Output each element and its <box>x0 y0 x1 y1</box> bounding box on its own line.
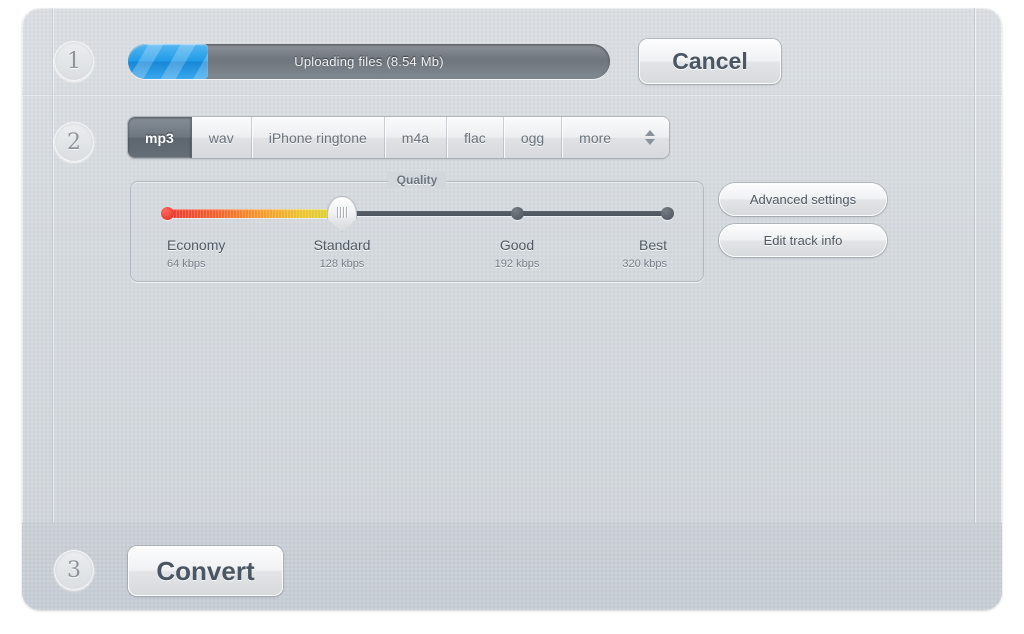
quality-rate-standard: 128 kbps <box>319 258 365 270</box>
quality-panel: Quality Economy 64 kbps Standard 128 kbp… <box>130 173 704 282</box>
tab-iphone-ringtone-label: iPhone ringtone <box>268 129 367 146</box>
upload-progress-bar: Uploading files (8.54 Mb) <box>128 44 610 79</box>
tab-more[interactable]: more <box>562 117 669 158</box>
chevron-down-icon <box>645 139 656 145</box>
tab-flac[interactable]: flac <box>447 117 504 158</box>
quality-label-standard: Standard 128 kbps <box>314 237 371 270</box>
converter-window: 1 Uploading files (8.54 Mb) Cancel 2 mp3… <box>22 8 1002 610</box>
step-2-row <box>22 95 1002 523</box>
edit-track-info-label: Edit track info <box>763 233 843 248</box>
edit-track-info-button[interactable]: Edit track info <box>719 224 887 257</box>
tab-m4a[interactable]: m4a <box>385 117 448 158</box>
tab-ogg[interactable]: ogg <box>504 117 563 158</box>
quality-name-good: Good <box>499 237 535 253</box>
quality-legend-label: Quality <box>387 173 447 187</box>
step-1-number: 1 <box>54 41 94 81</box>
tab-iphone-ringtone[interactable]: iPhone ringtone <box>252 117 385 158</box>
tab-ogg-label: ogg <box>520 129 545 146</box>
chevron-up-icon <box>645 130 656 136</box>
quality-rate-best: 320 kbps <box>622 258 667 270</box>
tab-more-label: more <box>579 129 612 146</box>
quality-slider[interactable] <box>161 196 674 232</box>
tab-wav[interactable]: wav <box>192 117 252 158</box>
tab-m4a-label: m4a <box>401 129 430 146</box>
quality-label-economy: Economy 64 kbps <box>167 237 225 270</box>
step-1-number-text: 1 <box>67 48 81 74</box>
quality-name-best: Best <box>638 237 667 253</box>
tab-flac-label: flac <box>464 129 486 146</box>
slider-stop-best[interactable] <box>661 207 674 220</box>
format-tab-strip[interactable]: mp3 wav iPhone ringtone m4a flac ogg mor… <box>128 117 670 158</box>
convert-button[interactable]: Convert <box>128 546 283 596</box>
quality-rate-good: 192 kbps <box>494 258 540 270</box>
advanced-settings-button[interactable]: Advanced settings <box>719 183 887 216</box>
quality-label-best: Best 320 kbps <box>622 237 667 270</box>
advanced-settings-label: Advanced settings <box>749 192 857 207</box>
stepper-arrows-icon[interactable] <box>645 130 656 145</box>
step-3-number: 3 <box>54 550 94 590</box>
upload-status-text: Uploading files (8.54 Mb) <box>294 54 444 69</box>
slider-handle[interactable] <box>327 196 357 232</box>
slider-filled-track <box>167 209 342 218</box>
slider-stop-economy[interactable] <box>161 207 174 220</box>
tab-wav-label: wav <box>208 129 234 146</box>
cancel-button-label: Cancel <box>672 48 748 74</box>
slider-stop-good[interactable] <box>511 207 524 220</box>
step-2-number: 2 <box>54 122 94 162</box>
quality-name-standard: Standard <box>313 237 371 253</box>
quality-label-good: Good 192 kbps <box>495 237 540 270</box>
tab-mp3-label: mp3 <box>145 129 174 146</box>
tab-mp3[interactable]: mp3 <box>128 117 192 158</box>
quality-name-economy: Economy <box>167 237 226 253</box>
quality-rate-economy: 64 kbps <box>167 258 206 270</box>
cancel-button[interactable]: Cancel <box>639 39 781 84</box>
step-3-number-text: 3 <box>67 557 81 583</box>
convert-button-label: Convert <box>156 555 255 586</box>
slider-handle-grip-icon <box>337 207 347 218</box>
step-2-number-text: 2 <box>67 129 81 155</box>
